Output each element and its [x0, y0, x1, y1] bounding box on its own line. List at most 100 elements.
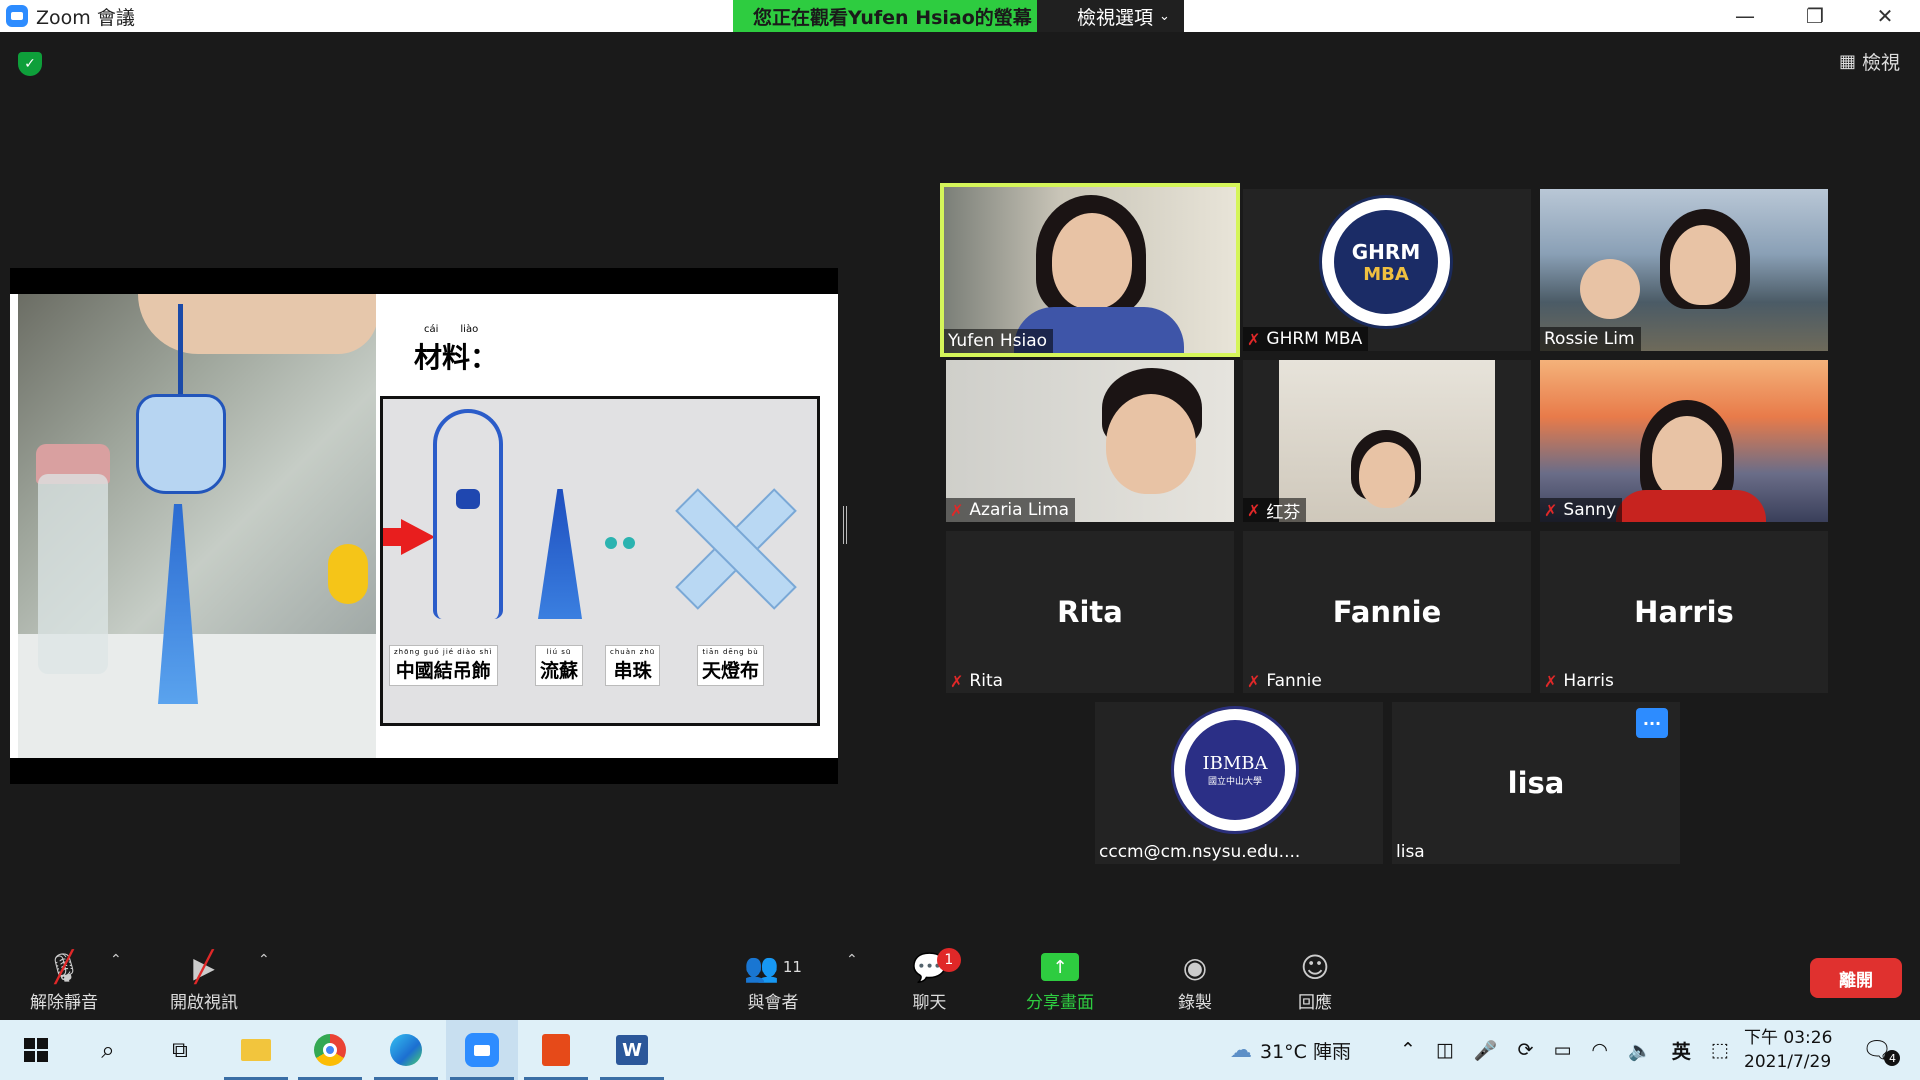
- participant-tile[interactable]: lisa ··· lisa: [1392, 702, 1680, 864]
- heading-pinyin-1: cái: [424, 324, 439, 335]
- audio-options-caret-icon[interactable]: ⌃: [110, 952, 122, 968]
- emblem-top-text: IBMBA: [1202, 753, 1268, 774]
- participant-name-text: Rossie Lim: [1544, 329, 1635, 349]
- shared-screen[interactable]: cái liào 材料： zhōng guó jié diào shì 中國結吊…: [10, 268, 838, 784]
- video-face: [1652, 416, 1722, 500]
- chat-button[interactable]: 💬 1 聊天: [912, 946, 961, 1013]
- zoom-taskbar-icon[interactable]: [446, 1020, 518, 1080]
- participant-tile[interactable]: Rita ✗ Rita: [946, 531, 1234, 693]
- arrow-tail: [383, 528, 403, 546]
- reactions-button[interactable]: ☺ 回應: [1298, 946, 1332, 1014]
- participant-tile[interactable]: Yufen Hsiao: [940, 183, 1240, 357]
- participant-tile[interactable]: Rossie Lim: [1540, 189, 1828, 351]
- weather-widget[interactable]: ☁ 31°C 陣雨: [1230, 1020, 1351, 1080]
- video-options-caret-icon[interactable]: ⌃: [258, 952, 270, 968]
- participant-name: ✗ Azaria Lima: [946, 498, 1076, 522]
- unmute-button[interactable]: 🎙 ╱ 解除靜音: [30, 946, 98, 1014]
- sync-icon[interactable]: ⟳: [1518, 1039, 1534, 1061]
- input-mode-icon[interactable]: ⬚: [1711, 1039, 1729, 1061]
- participant-name-text: Azaria Lima: [969, 500, 1070, 520]
- share-arrow-icon: ↑: [1041, 953, 1079, 981]
- heading-pinyin-2: liào: [460, 324, 479, 335]
- label-text: 串珠: [613, 660, 652, 682]
- participants-icon: 👥 11: [744, 950, 802, 984]
- mic-muted-icon: ✗: [950, 671, 964, 691]
- close-button[interactable]: ✕: [1850, 0, 1920, 32]
- grid-icon: ▦: [1838, 50, 1856, 72]
- search-icon[interactable]: ⌕: [72, 1020, 144, 1080]
- participant-tile[interactable]: GHRM MBA ✗ GHRM MBA: [1243, 189, 1531, 351]
- view-button[interactable]: ▦ 檢視: [1839, 46, 1900, 76]
- label-pinyin: liú sū: [546, 648, 572, 656]
- start-button[interactable]: [0, 1020, 72, 1080]
- window-title: Zoom 會議: [36, 6, 135, 29]
- heading-pinyin: cái liào: [424, 324, 478, 335]
- microphone-icon[interactable]: 🎤: [1474, 1039, 1498, 1062]
- participant-name-text: Sanny: [1563, 500, 1617, 520]
- mic-muted-icon: 🎙 ╱: [46, 949, 82, 985]
- red-arrow-icon: [401, 519, 435, 555]
- volume-icon[interactable]: 🔈: [1628, 1039, 1652, 1062]
- ime-indicator[interactable]: 英: [1672, 1037, 1691, 1064]
- clock-time: 下午 03:26: [1744, 1028, 1833, 1048]
- mic-muted-icon: ✗: [1247, 500, 1261, 520]
- file-explorer-icon[interactable]: [220, 1020, 292, 1080]
- photo-yellow-toy: [328, 544, 368, 604]
- splitter-handle[interactable]: [843, 506, 847, 544]
- slide-photo: [18, 294, 376, 758]
- lantern-cloth: [675, 488, 797, 610]
- view-options-button[interactable]: 檢視選項 ⌄: [1037, 0, 1184, 32]
- emblem-bottom-text: 國立中山大學: [1207, 777, 1262, 787]
- record-label: 錄製: [1178, 993, 1212, 1013]
- participants-options-caret-icon[interactable]: ⌃: [846, 952, 858, 968]
- participant-tile[interactable]: ✗ 红芬: [1243, 360, 1531, 522]
- video-face: [1106, 394, 1196, 494]
- participant-name: ✗ Fannie: [1243, 669, 1328, 693]
- notification-center-button[interactable]: 🗨 4: [1862, 1020, 1901, 1080]
- system-tray: ⌃ ◫ 🎤 ⟳ ▭ ◠ 🔈 英 ⬚: [1400, 1020, 1729, 1080]
- participant-tile[interactable]: IBMBA 國立中山大學 cccm@cm.nsysu.edu....: [1095, 702, 1383, 864]
- video-face: [1670, 225, 1736, 305]
- participants-button[interactable]: 👥 11 與會者: [744, 946, 802, 1014]
- edge-icon[interactable]: [370, 1020, 442, 1080]
- task-view-icon[interactable]: ⧉: [144, 1020, 216, 1080]
- meet-now-icon[interactable]: ◫: [1436, 1039, 1454, 1061]
- label-pinyin: zhōng guó jié diào shì: [394, 648, 493, 656]
- photo-cup: [38, 474, 108, 674]
- participant-tile[interactable]: Harris ✗ Harris: [1540, 531, 1828, 693]
- participant-name: Rossie Lim: [1540, 327, 1641, 351]
- photo-tassel: [158, 504, 198, 704]
- participant-tile[interactable]: ✗ Sanny: [1540, 360, 1828, 522]
- participant-tile[interactable]: Fannie ✗ Fannie: [1243, 531, 1531, 693]
- participant-tile[interactable]: ✗ Azaria Lima: [946, 360, 1234, 522]
- restore-button[interactable]: ❐: [1780, 0, 1850, 32]
- clock-date: 2021/7/29: [1744, 1052, 1832, 1072]
- chrome-icon[interactable]: [294, 1020, 366, 1080]
- share-icon-wrap: ↑: [1041, 946, 1079, 988]
- participant-name-text: Rita: [969, 671, 1004, 691]
- record-button[interactable]: ◉ 錄製: [1178, 946, 1212, 1014]
- chat-label: 聊天: [912, 993, 947, 1013]
- leave-button[interactable]: 離開: [1810, 958, 1902, 998]
- chevron-up-icon[interactable]: ⌃: [1400, 1039, 1416, 1061]
- more-options-button[interactable]: ···: [1636, 708, 1668, 738]
- security-shield-icon[interactable]: ✓: [18, 52, 42, 76]
- presentation-slide: cái liào 材料： zhōng guó jié diào shì 中國結吊…: [10, 294, 838, 758]
- participant-name-text: Yufen Hsiao: [948, 331, 1048, 351]
- start-video-button[interactable]: ▶ ╱ 開啟視訊: [170, 946, 238, 1014]
- beads: [605, 537, 641, 549]
- label-cloth: tiān dēng bù 天燈布: [697, 645, 765, 686]
- view-options-label: 檢視選項: [1077, 6, 1154, 29]
- battery-icon[interactable]: ▭: [1553, 1039, 1571, 1061]
- wifi-icon[interactable]: ◠: [1591, 1039, 1608, 1061]
- clock[interactable]: 下午 03:26 2021/7/29: [1744, 1026, 1832, 1074]
- chevron-down-icon: ⌄: [1159, 8, 1170, 24]
- office-icon[interactable]: [520, 1020, 592, 1080]
- tassel: [538, 489, 582, 619]
- word-icon[interactable]: W: [596, 1020, 668, 1080]
- share-screen-button[interactable]: ↑ 分享畫面: [1026, 946, 1094, 1013]
- participant-name: ✗ Harris: [1540, 669, 1620, 693]
- minimize-button[interactable]: —: [1710, 0, 1780, 32]
- chinese-knot: [456, 489, 480, 509]
- weather-text: 31°C 陣雨: [1260, 1040, 1351, 1063]
